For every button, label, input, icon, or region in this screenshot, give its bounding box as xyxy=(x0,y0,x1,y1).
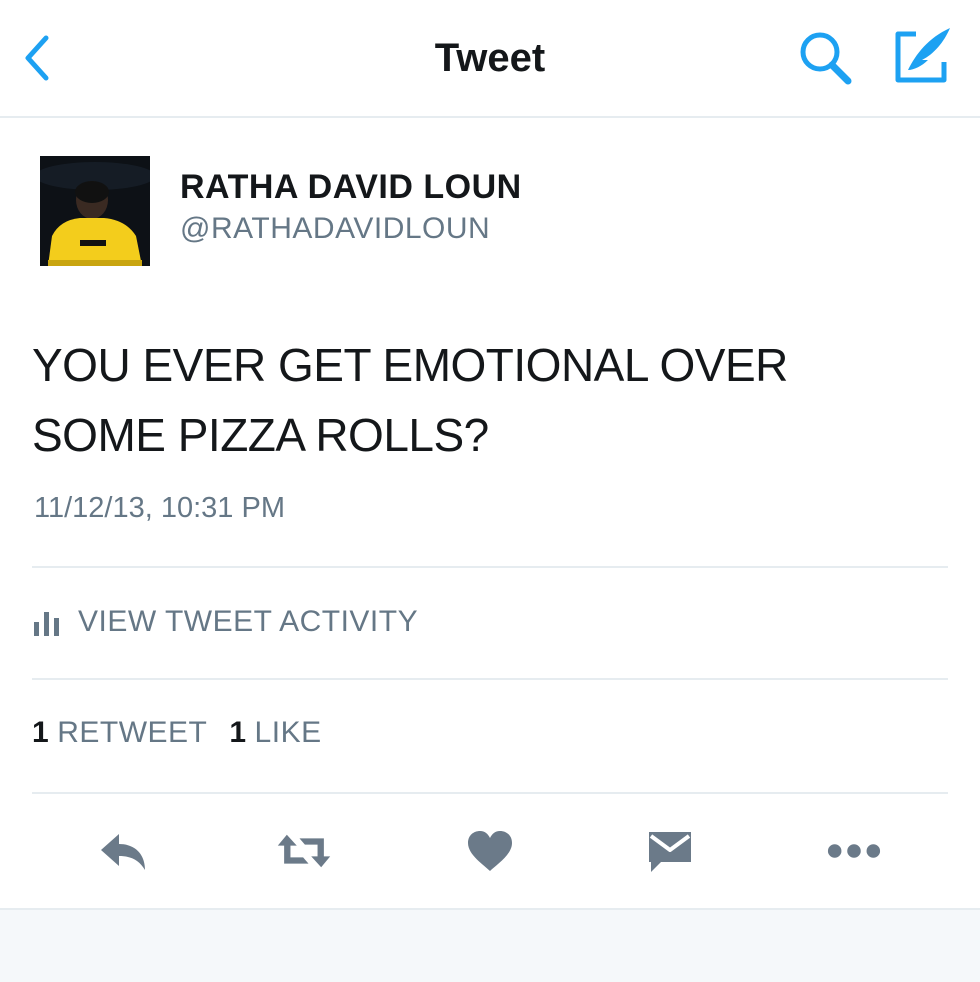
retweets-count: 1 xyxy=(32,716,50,749)
compose-button[interactable] xyxy=(888,24,954,86)
divider xyxy=(32,566,948,568)
bar-chart-icon xyxy=(34,612,59,636)
reply-button[interactable] xyxy=(96,826,152,876)
retweets-stat[interactable]: 1 RETWEET xyxy=(32,716,207,750)
divider xyxy=(32,792,948,794)
tweet-timestamp: 11/12/13, 10:31 PM xyxy=(34,492,285,524)
tweet-text: YOU EVER GET EMOTIONAL OVER SOME PIZZA R… xyxy=(32,330,932,470)
message-icon xyxy=(649,832,691,872)
retweet-button[interactable] xyxy=(276,826,332,876)
navigation-bar: Tweet xyxy=(0,0,980,118)
retweets-label: RETWEET xyxy=(57,716,208,749)
avatar[interactable] xyxy=(40,156,150,266)
likes-label: LIKE xyxy=(254,716,322,749)
profile-photo xyxy=(40,156,150,266)
likes-stat[interactable]: 1 LIKE xyxy=(229,716,321,750)
compose-icon xyxy=(895,28,950,83)
more-button[interactable] xyxy=(826,826,882,876)
view-tweet-activity-link[interactable]: VIEW TWEET ACTIVITY xyxy=(32,600,418,644)
author-name[interactable]: RATHA DAVID LOUN xyxy=(180,168,522,207)
divider xyxy=(32,678,948,680)
direct-message-button[interactable] xyxy=(642,826,698,876)
author-handle[interactable]: @RATHADAVIDLOUN xyxy=(180,212,490,246)
heart-icon xyxy=(468,831,512,871)
more-icon xyxy=(827,844,881,858)
footer-area xyxy=(0,908,980,982)
reply-icon xyxy=(101,834,145,870)
like-button[interactable] xyxy=(462,826,518,876)
tweet-actions-bar xyxy=(0,818,980,884)
search-button[interactable] xyxy=(796,28,856,88)
search-icon xyxy=(800,32,852,85)
activity-label: VIEW TWEET ACTIVITY xyxy=(78,605,419,638)
tweet-stats: 1 RETWEET 1 LIKE xyxy=(32,716,344,750)
likes-count: 1 xyxy=(229,716,247,749)
tweet-text-line: SOME PIZZA ROLLS? xyxy=(32,409,489,461)
tweet-text-line: YOU EVER GET EMOTIONAL OVER xyxy=(32,339,788,391)
retweet-icon xyxy=(277,834,331,868)
